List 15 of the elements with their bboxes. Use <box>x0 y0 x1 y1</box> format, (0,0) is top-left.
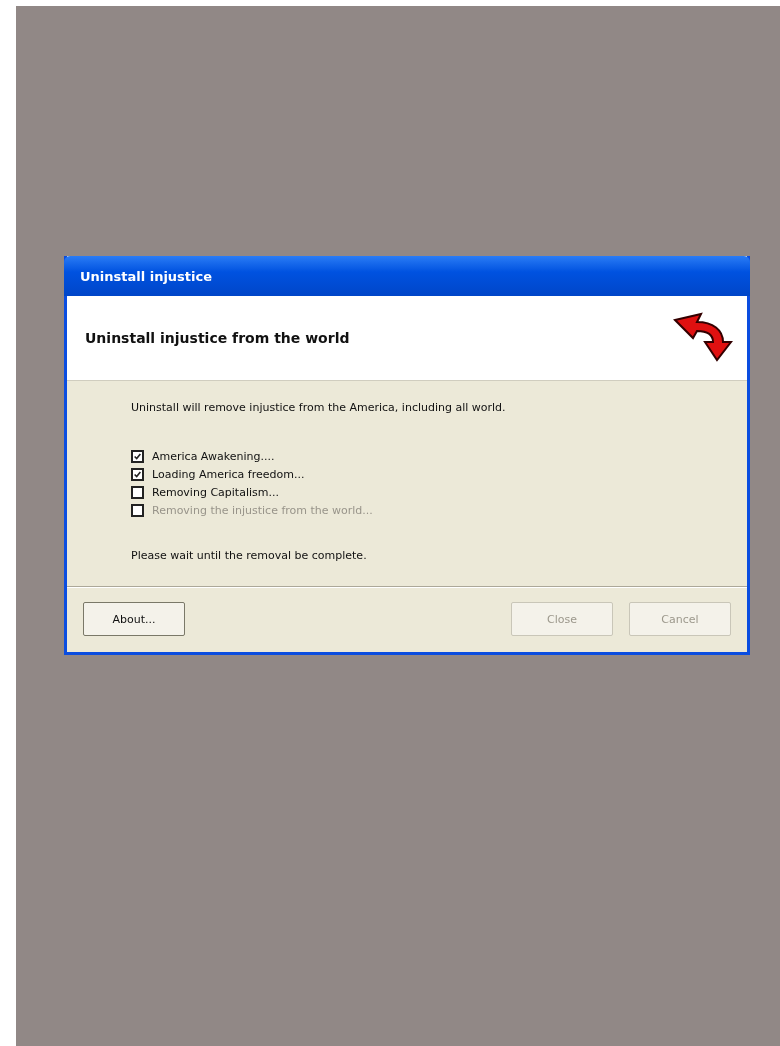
step-label: America Awakening.... <box>152 450 275 463</box>
checkbox[interactable] <box>131 486 144 499</box>
step-label: Removing Capitalism... <box>152 486 279 499</box>
checkbox[interactable] <box>131 468 144 481</box>
intro-text: Uninstall will remove injustice from the America, including all world. <box>131 401 507 414</box>
step-label: Removing the injustice from the world... <box>152 504 373 517</box>
checkmark-icon <box>133 451 142 462</box>
header-title: Uninstall injustice from the world <box>85 330 350 346</box>
checkbox[interactable] <box>131 450 144 463</box>
arrow-icon <box>673 312 733 364</box>
window-title: Uninstall injustice <box>80 268 213 284</box>
checkmark-icon <box>133 469 142 480</box>
status-text: Please wait until the removal be complete. <box>131 549 368 562</box>
step-label: Loading America freedom... <box>152 468 305 481</box>
about-button[interactable]: About... <box>83 602 185 636</box>
